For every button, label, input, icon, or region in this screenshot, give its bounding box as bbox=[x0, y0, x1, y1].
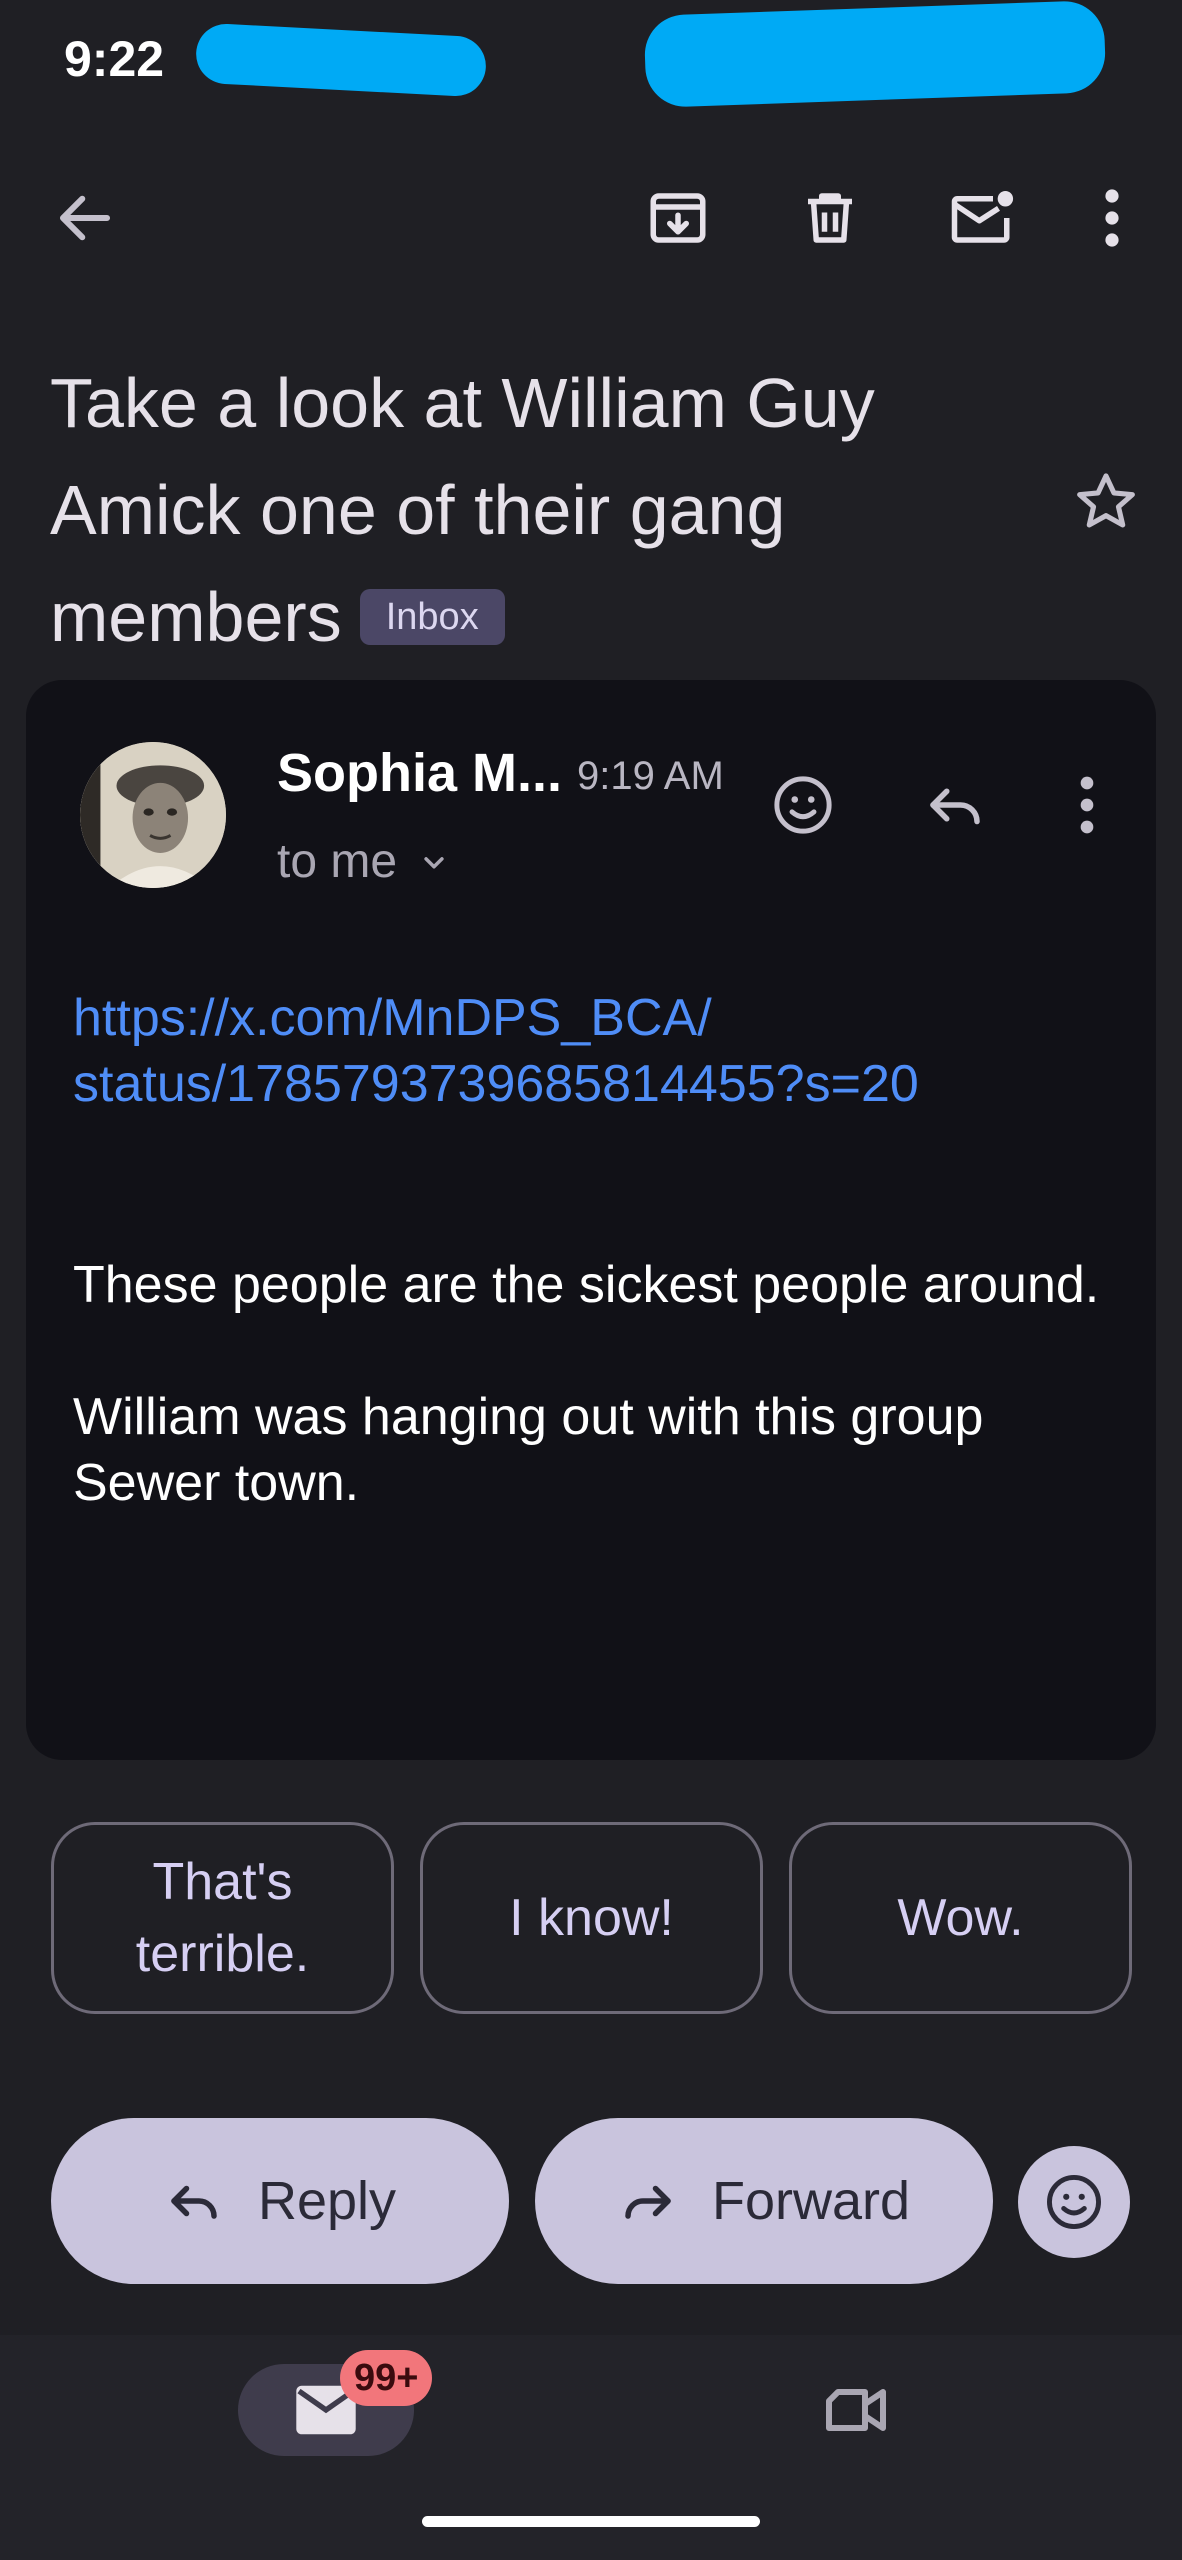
recipient-text: to me bbox=[277, 835, 398, 888]
smart-reply-3[interactable]: Wow. bbox=[789, 1822, 1132, 2014]
message-body: These people are the sickest people arou… bbox=[73, 1252, 1123, 1516]
more-options-button[interactable] bbox=[1092, 185, 1132, 251]
recipient-details-toggle[interactable]: to me bbox=[277, 834, 453, 889]
sender-avatar[interactable] bbox=[80, 742, 226, 888]
avatar-photo bbox=[80, 742, 226, 888]
delete-button[interactable] bbox=[797, 185, 863, 251]
reply-label: Reply bbox=[257, 2171, 397, 2231]
reply-icon-button[interactable] bbox=[922, 772, 988, 838]
react-emoji-button[interactable] bbox=[770, 772, 836, 838]
smart-reply-1[interactable]: That's terrible. bbox=[51, 1822, 394, 2014]
message-paragraph: These people are the sickest people arou… bbox=[73, 1256, 1100, 1314]
emoji-reaction-button[interactable] bbox=[1018, 2146, 1130, 2258]
mark-unread-button[interactable] bbox=[946, 185, 1018, 251]
unread-count-badge: 99+ bbox=[340, 2350, 433, 2406]
archive-button[interactable] bbox=[645, 185, 711, 251]
redaction-mark-left bbox=[194, 22, 488, 98]
more-vert-icon bbox=[1105, 189, 1119, 247]
message-link[interactable]: https://x.com/MnDPS_BCA/ status/17857937… bbox=[73, 985, 1073, 1117]
status-time: 9:22 bbox=[64, 31, 165, 87]
reply-icon bbox=[930, 788, 980, 825]
home-indicator bbox=[422, 2516, 760, 2527]
sender-name: Sophia M... bbox=[277, 743, 563, 803]
redaction-mark-right bbox=[643, 0, 1107, 108]
back-button[interactable] bbox=[52, 185, 118, 251]
video-camera-icon bbox=[826, 2389, 886, 2431]
message-more-button[interactable] bbox=[1068, 772, 1106, 838]
nav-meet-tab[interactable] bbox=[820, 2374, 892, 2446]
archive-icon bbox=[650, 193, 706, 243]
emoji-icon bbox=[774, 776, 832, 834]
more-vert-icon bbox=[1080, 776, 1094, 834]
reply-button[interactable]: Reply bbox=[51, 2118, 509, 2284]
inbox-label-chip[interactable]: Inbox bbox=[359, 588, 505, 645]
star-button[interactable] bbox=[1072, 468, 1140, 536]
message-paragraph: William was hanging out with this group … bbox=[73, 1388, 984, 1512]
arrow-back-icon bbox=[59, 195, 111, 241]
email-subject: Take a look at William Guy Amick one of … bbox=[50, 350, 1030, 671]
forward-label: Forward bbox=[711, 2171, 911, 2231]
star-outline-icon bbox=[1077, 473, 1135, 528]
reply-icon bbox=[171, 2185, 217, 2219]
forward-icon bbox=[625, 2185, 671, 2219]
message-time: 9:19 AM bbox=[577, 754, 724, 798]
emoji-icon bbox=[1047, 2175, 1101, 2229]
chevron-down-icon bbox=[424, 856, 444, 868]
mail-unread-icon bbox=[951, 191, 1014, 243]
smart-reply-2[interactable]: I know! bbox=[420, 1822, 763, 2014]
forward-button[interactable]: Forward bbox=[535, 2118, 993, 2284]
trash-icon bbox=[808, 193, 852, 243]
